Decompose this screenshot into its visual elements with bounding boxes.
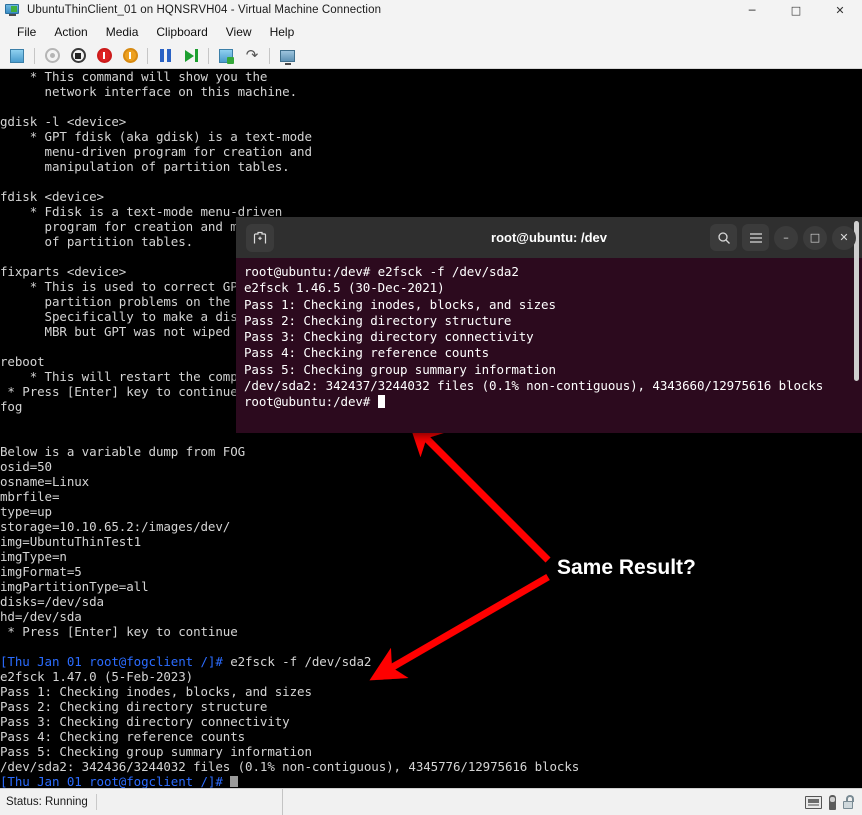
menu-item-media[interactable]: Media	[97, 22, 148, 42]
console-line: Pass 1: Checking inodes, blocks, and siz…	[0, 684, 312, 699]
statusbar-icons	[805, 794, 862, 810]
console-line: gdisk -l <device>	[0, 114, 127, 129]
terminal-header-controls: – □ ✕	[710, 224, 856, 251]
window-titlebar: UbuntuThinClient_01 on HQNSRVH04 - Virtu…	[0, 0, 862, 20]
console-line: manipulation of partition tables.	[0, 159, 290, 174]
console-line: storage=10.10.65.2:/images/dev/	[0, 519, 231, 534]
status-text: Status: Running	[0, 794, 97, 810]
console-line: Pass 3: Checking directory connectivity	[0, 714, 290, 729]
console-line: type=up	[0, 504, 52, 519]
shut-down-icon[interactable]	[93, 45, 115, 67]
console-line: imgFormat=5	[0, 564, 82, 579]
console-line: disks=/dev/sda	[0, 594, 104, 609]
terminal-line: Pass 1: Checking inodes, blocks, and siz…	[244, 296, 556, 312]
console-line: * GPT fdisk (aka gdisk) is a text-mode	[0, 129, 312, 144]
lock-icon[interactable]	[843, 795, 854, 809]
new-tab-icon[interactable]	[246, 223, 274, 252]
console-line: /dev/sda2: 342436/3244032 files (0.1% no…	[0, 759, 580, 774]
terminal-line: Pass 5: Checking group summary informati…	[244, 361, 556, 377]
virtual-machine-icon	[5, 2, 21, 18]
start-icon[interactable]	[41, 45, 63, 67]
keyboard-icon[interactable]	[805, 795, 822, 809]
menu-item-file[interactable]: File	[8, 22, 45, 42]
search-icon[interactable]	[710, 224, 737, 251]
minimize-button[interactable]: ─	[730, 0, 774, 20]
menu-item-clipboard[interactable]: Clipboard	[147, 22, 216, 42]
pause-icon[interactable]	[154, 45, 176, 67]
statusbar: Status: Running	[0, 788, 862, 815]
terminal-line: Pass 2: Checking directory structure	[244, 312, 512, 328]
enhanced-session-icon[interactable]	[276, 45, 298, 67]
console-prompt: [Thu Jan 01 root@fogclient /]#	[0, 654, 231, 669]
console-line: osid=50	[0, 459, 52, 474]
toolbar-separator	[208, 47, 209, 64]
statusbar-divider	[282, 789, 283, 815]
console-line: menu-driven program for creation and	[0, 144, 312, 159]
window-title: UbuntuThinClient_01 on HQNSRVH04 - Virtu…	[27, 4, 382, 16]
annotation-label: Same Result?	[557, 556, 696, 579]
console-line: * Press [Enter] key to continue	[0, 624, 238, 639]
hamburger-menu-icon[interactable]	[742, 224, 769, 251]
console-line: imgPartitionType=all	[0, 579, 149, 594]
console-line: Pass 5: Checking group summary informati…	[0, 744, 312, 759]
toolbar-separator	[34, 47, 35, 64]
terminal-output[interactable]: root@ubuntu:/dev# e2fsck -f /dev/sda2 e2f…	[236, 258, 862, 433]
console-prompt-line: [Thu Jan 01 root@fogclient /]# e2fsck -f…	[0, 654, 862, 669]
terminal-line: /dev/sda2: 342437/3244032 files (0.1% no…	[244, 378, 824, 394]
maximize-button[interactable]: □	[774, 0, 818, 20]
terminal-titlebar: root@ubuntu: /dev – □ ✕	[236, 217, 862, 258]
save-state-icon[interactable]	[119, 45, 141, 67]
console-final-prompt-line: [Thu Jan 01 root@fogclient /]#	[0, 774, 862, 788]
terminal-minimize-button[interactable]: –	[774, 225, 798, 250]
console-line: imgType=n	[0, 549, 67, 564]
terminal-final-prompt-line: root@ubuntu:/dev#	[244, 394, 854, 410]
usb-icon[interactable]	[829, 794, 836, 810]
console-line: fdisk <device>	[0, 189, 104, 204]
console-line: Below is a variable dump from FOG	[0, 444, 246, 459]
ctrl-alt-delete-icon[interactable]	[6, 45, 28, 67]
checkpoint-icon[interactable]	[215, 45, 237, 67]
reset-icon[interactable]	[180, 45, 202, 67]
terminal-line: Pass 4: Checking reference counts	[244, 345, 490, 361]
console-line: e2fsck 1.47.0 (5-Feb-2023)	[0, 669, 194, 684]
terminal-line: Pass 3: Checking directory connectivity	[244, 329, 534, 345]
virtual-machine-connection-window: UbuntuThinClient_01 on HQNSRVH04 - Virtu…	[0, 0, 862, 815]
terminal-maximize-button[interactable]: □	[803, 225, 827, 250]
toolbar-separator	[147, 47, 148, 64]
console-final-prompt: [Thu Jan 01 root@fogclient /]#	[0, 774, 231, 788]
console-line: img=UbuntuThinTest1	[0, 534, 142, 549]
console-cursor	[230, 776, 239, 787]
terminal-close-button[interactable]: ✕	[832, 225, 856, 250]
menubar: File Action Media Clipboard View Help	[0, 20, 862, 43]
console-line: * This command will show you the	[0, 69, 268, 84]
console-line: osname=Linux	[0, 474, 90, 489]
console-line: network interface on this machine.	[0, 84, 298, 99]
ubuntu-terminal-window[interactable]: root@ubuntu: /dev – □ ✕ root@ubuntu:/dev…	[236, 217, 862, 433]
toolbar-separator	[269, 47, 270, 64]
console-line: Pass 4: Checking reference counts	[0, 729, 246, 744]
revert-icon[interactable]: ↷	[241, 45, 263, 67]
close-button[interactable]: ✕	[818, 0, 862, 20]
console-line: hd=/dev/sda	[0, 609, 82, 624]
menu-item-view[interactable]: View	[217, 22, 261, 42]
menu-item-action[interactable]: Action	[45, 22, 96, 42]
window-controls: ─ □ ✕	[730, 0, 862, 20]
terminal-line: root@ubuntu:/dev# e2fsck -f /dev/sda2	[244, 264, 519, 279]
terminal-prompt: root@ubuntu:/dev#	[244, 394, 378, 410]
console-line: mbrfile=	[0, 489, 60, 504]
terminal-cursor	[377, 395, 385, 409]
terminal-line: e2fsck 1.46.5 (30-Dec-2021)	[244, 280, 445, 296]
menu-item-help[interactable]: Help	[261, 22, 304, 42]
console-line: Pass 2: Checking directory structure	[0, 699, 268, 714]
turn-off-icon[interactable]	[67, 45, 89, 67]
console-command: e2fsck -f /dev/sda2	[230, 654, 372, 669]
toolbar: ↷	[0, 43, 862, 69]
